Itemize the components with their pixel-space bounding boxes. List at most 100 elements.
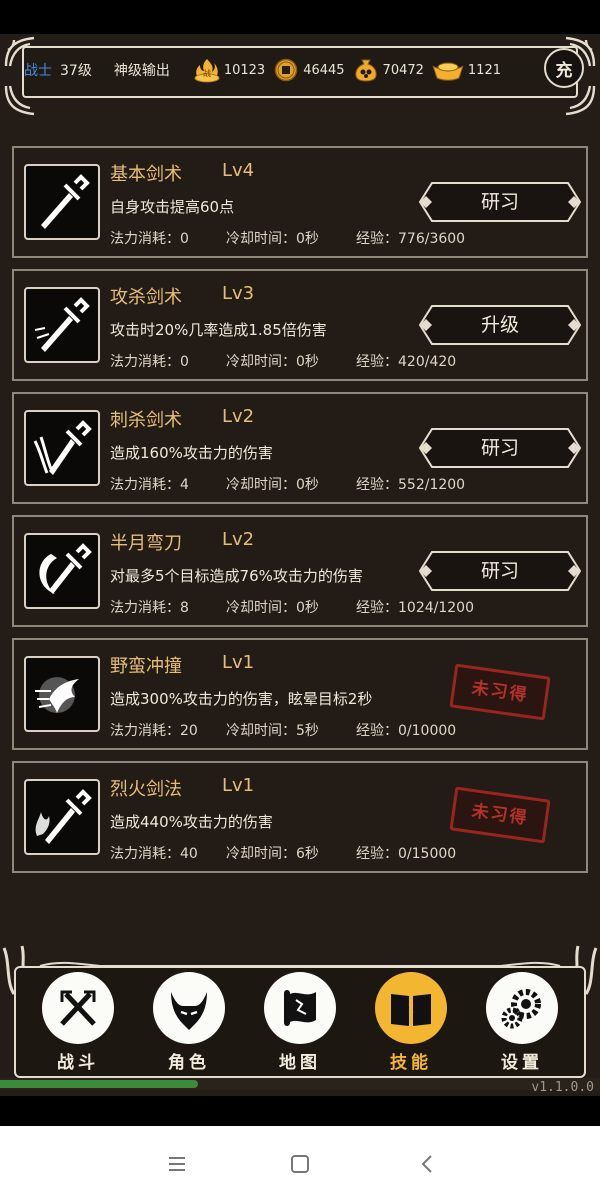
study-button-label: 研习	[480, 191, 519, 213]
nav-skills[interactable]: 技能	[371, 972, 451, 1076]
study-button[interactable]: 研习	[418, 181, 582, 223]
skill-card: 基本剑术 Lv4 自身攻击提高60点 法力消耗：0 冷却时间：0秒 经验：776…	[12, 146, 588, 258]
version-label: v1.1.0.0	[531, 1080, 594, 1095]
skill-card: 野蛮冲撞 Lv1 造成300%攻击力的伤害，眩晕目标2秒 法力消耗：20 冷却时…	[12, 638, 588, 750]
resource-value: 46445	[303, 62, 345, 78]
home-square-icon[interactable]	[285, 1150, 315, 1178]
gold-ingot-icon	[430, 56, 466, 84]
mana-cost: 法力消耗：40	[110, 846, 198, 862]
upgrade-button-label: 升级	[480, 314, 519, 336]
skill-card: 烈火剑法 Lv1 造成440%攻击力的伤害 法力消耗：40 冷却时间：6秒 经验…	[12, 761, 588, 873]
gold-pouch-icon	[351, 56, 381, 84]
study-button[interactable]: 研习	[418, 427, 582, 469]
skill-description: 造成160%攻击力的伤害	[110, 444, 273, 462]
cooldown: 冷却时间：0秒	[226, 477, 319, 493]
skill-level: Lv1	[222, 652, 255, 673]
header-stats-row: 战士 37级 神级输出 战 10123 46445 70472 1121	[24, 56, 507, 84]
resource-value: 10123	[223, 62, 266, 78]
study-button-label: 研习	[480, 560, 519, 582]
skill-description: 对最多5个目标造成76%攻击力的伤害	[110, 567, 363, 585]
not-learned-stamp: 未习得	[449, 786, 551, 844]
study-button-label: 研习	[480, 437, 519, 459]
skill-level: Lv3	[222, 283, 255, 304]
skill-level: Lv2	[222, 406, 255, 427]
system-navigation-bar	[0, 1126, 600, 1200]
experience: 经验：776/3600	[356, 231, 466, 247]
experience: 经验：0/10000	[356, 723, 457, 739]
cooldown: 冷却时间：0秒	[226, 354, 319, 370]
skill-level: Lv1	[222, 775, 255, 796]
flame-ingot-icon: 战	[192, 56, 222, 84]
skill-card: 刺杀剑术 Lv2 造成160%攻击力的伤害 法力消耗：4 冷却时间：0秒 经验：…	[12, 392, 588, 504]
status-bar	[0, 0, 600, 34]
sword-strike-icon	[24, 287, 100, 363]
player-level: 37级	[60, 63, 92, 79]
back-icon[interactable]	[412, 1150, 442, 1178]
nav-map[interactable]: 地图	[260, 972, 340, 1076]
recharge-button[interactable]: 充	[544, 48, 584, 88]
resource-value: 70472	[382, 62, 424, 78]
mana-cost: 法力消耗：8	[110, 600, 189, 616]
resource-copper-coin: 46445	[271, 56, 345, 84]
skill-level: Lv4	[222, 160, 255, 181]
skill-book-icon	[375, 972, 447, 1044]
skill-name: 野蛮冲撞	[110, 656, 182, 677]
cooldown: 冷却时间：0秒	[226, 231, 319, 247]
resource-value: 1121	[467, 62, 501, 78]
nav-battle[interactable]: 战斗	[38, 972, 118, 1076]
nav-settings[interactable]: 设置	[482, 972, 562, 1076]
upgrade-button[interactable]: 升级	[418, 304, 582, 346]
experience: 经验：552/1200	[356, 477, 466, 493]
resource-gold-ingot: 1121	[430, 56, 501, 84]
cooldown: 冷却时间：0秒	[226, 600, 319, 616]
nav-label: 角色	[168, 1053, 210, 1073]
nav-character[interactable]: 角色	[149, 972, 229, 1076]
skill-name: 刺杀剑术	[110, 410, 182, 431]
crescent-blade-icon	[24, 533, 100, 609]
horned-helmet-icon	[153, 972, 225, 1044]
skill-description: 造成440%攻击力的伤害	[110, 813, 273, 831]
skill-description: 造成300%攻击力的伤害，眩晕目标2秒	[110, 690, 373, 708]
skill-card: 半月弯刀 Lv2 对最多5个目标造成76%攻击力的伤害 法力消耗：8 冷却时间：…	[12, 515, 588, 627]
experience: 经验：0/15000	[356, 846, 457, 862]
experience: 经验：1024/1200	[356, 600, 474, 616]
cooldown: 冷却时间：5秒	[226, 723, 319, 739]
mana-cost: 法力消耗：4	[110, 477, 189, 493]
crossed-swords-icon	[42, 972, 114, 1044]
mana-cost: 法力消耗：0	[110, 231, 189, 247]
experience: 经验：420/420	[356, 354, 457, 370]
player-title: 神级输出	[113, 63, 170, 79]
skill-name: 攻杀剑术	[110, 287, 182, 308]
player-header: 战士 37级 神级输出 战 10123 46445 70472 1121 充	[4, 36, 596, 116]
skill-name: 半月弯刀	[110, 533, 182, 554]
skill-description: 自身攻击提高60点	[110, 198, 235, 216]
game-screen: 战士 37级 神级输出 战 10123 46445 70472 1121 充 基…	[0, 34, 600, 1096]
nav-label: 设置	[501, 1053, 543, 1073]
skill-name: 烈火剑法	[110, 779, 182, 800]
mana-cost: 法力消耗：0	[110, 354, 189, 370]
map-scroll-icon	[264, 972, 336, 1044]
copper-coin-icon	[271, 56, 301, 84]
resource-gold-pouch: 70472	[351, 56, 424, 84]
skill-level: Lv2	[222, 529, 255, 550]
skill-description: 攻击时20%几率造成1.85倍伤害	[110, 321, 327, 339]
not-learned-stamp: 未习得	[449, 663, 551, 721]
player-class: 战士	[24, 63, 52, 79]
charge-dash-icon	[24, 656, 100, 732]
sword-icon	[24, 164, 100, 240]
progress-fill	[0, 1080, 198, 1088]
skill-name: 基本剑术	[110, 164, 182, 185]
nav-label: 地图	[279, 1053, 321, 1073]
gears-icon	[486, 972, 558, 1044]
menu-icon[interactable]	[162, 1150, 192, 1178]
screen-bottom-bar	[0, 1096, 600, 1126]
resource-flame-ingot: 战 10123	[192, 56, 265, 84]
study-button[interactable]: 研习	[418, 550, 582, 592]
svg-text:战: 战	[203, 68, 211, 78]
cooldown: 冷却时间：6秒	[226, 846, 319, 862]
nav-label: 战斗	[57, 1053, 99, 1073]
nav-label: 技能	[390, 1053, 432, 1073]
mana-cost: 法力消耗：20	[110, 723, 198, 739]
flame-sword-icon	[24, 779, 100, 855]
sword-thrust-icon	[24, 410, 100, 486]
